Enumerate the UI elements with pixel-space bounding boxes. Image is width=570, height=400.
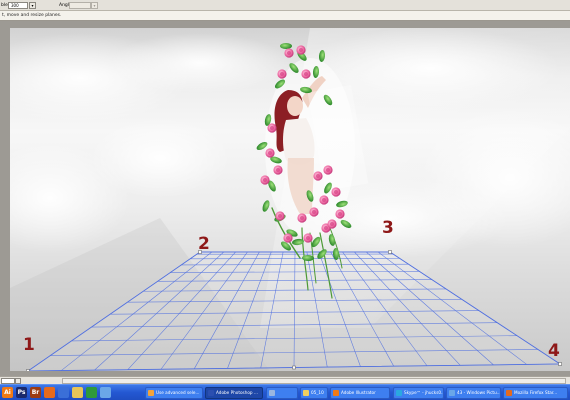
size-field[interactable]: 300 bbox=[8, 2, 28, 9]
taskbar-button-label: Mozilla Firefox Star... bbox=[514, 390, 558, 395]
explorer-icon[interactable] bbox=[100, 387, 111, 398]
options-bar: ble: 300 ▾ Angle: ▾ bbox=[0, 0, 570, 11]
status-strip bbox=[0, 376, 570, 384]
taskbar-button[interactable] bbox=[266, 387, 298, 399]
adobe-ai-icon[interactable]: Ai bbox=[2, 387, 13, 398]
corner-marker-3: 3 bbox=[382, 218, 394, 238]
corner-marker-2: 2 bbox=[198, 234, 210, 254]
windows-taskbar: Ai Ps Br Use advanced sele... Adobe Photosh… bbox=[0, 384, 570, 400]
angle-dropdown[interactable]: ▾ bbox=[91, 2, 98, 9]
app-icon bbox=[208, 390, 214, 396]
hint-text: t, move and resize planes. bbox=[2, 13, 62, 18]
app-icon bbox=[303, 390, 309, 396]
size-dropdown[interactable]: ▾ bbox=[29, 2, 36, 9]
app-icon bbox=[333, 390, 339, 396]
taskbar-button[interactable]: Adobe Illustrator bbox=[330, 387, 390, 399]
taskbar-button-label: 43 - Windows Pictu... bbox=[457, 390, 501, 395]
taskbar-button[interactable]: Skype™ - jhucks0... bbox=[393, 387, 444, 399]
firefox-icon[interactable] bbox=[44, 387, 55, 398]
adobe-br-icon[interactable]: Br bbox=[30, 387, 41, 398]
app-icon bbox=[396, 390, 402, 396]
taskbar-button[interactable]: 43 - Windows Pictu... bbox=[446, 387, 501, 399]
taskbar-button[interactable]: Mozilla Firefox Star... bbox=[503, 387, 568, 399]
folder-icon[interactable] bbox=[72, 387, 83, 398]
taskbar-button[interactable]: Use advanced sele... bbox=[145, 387, 203, 399]
taskbar-button-label: Adobe Photoshop ... bbox=[216, 390, 258, 395]
angle-field[interactable] bbox=[69, 2, 91, 9]
canvas-artwork bbox=[10, 28, 570, 371]
document-workspace: 2 3 1 4 bbox=[0, 21, 570, 376]
app-icon bbox=[449, 390, 455, 396]
app-icon bbox=[269, 390, 275, 396]
chevron-down-icon: ▾ bbox=[93, 3, 96, 8]
chevron-down-icon: ▾ bbox=[31, 3, 34, 8]
corner-marker-4: 4 bbox=[548, 341, 560, 361]
adobe-ps-icon[interactable]: Ps bbox=[16, 387, 27, 398]
media-icon[interactable] bbox=[86, 387, 97, 398]
browser-icon[interactable] bbox=[58, 387, 69, 398]
corner-marker-1: 1 bbox=[23, 335, 35, 355]
taskbar-button-label: 05_10 bbox=[311, 390, 324, 395]
hint-bar: t, move and resize planes. bbox=[0, 11, 570, 21]
document-canvas[interactable]: 2 3 1 4 bbox=[10, 28, 570, 371]
taskbar-button-label: Use advanced sele... bbox=[156, 390, 200, 395]
app-icon bbox=[148, 390, 154, 396]
app-icon bbox=[506, 390, 512, 396]
taskbar-button-label: Adobe Illustrator bbox=[341, 390, 376, 395]
taskbar-button-label: Skype™ - jhucks0... bbox=[404, 390, 444, 395]
taskbar-button[interactable]: 05_10 bbox=[300, 387, 328, 399]
taskbar-button[interactable]: Adobe Photoshop ... bbox=[205, 387, 263, 399]
